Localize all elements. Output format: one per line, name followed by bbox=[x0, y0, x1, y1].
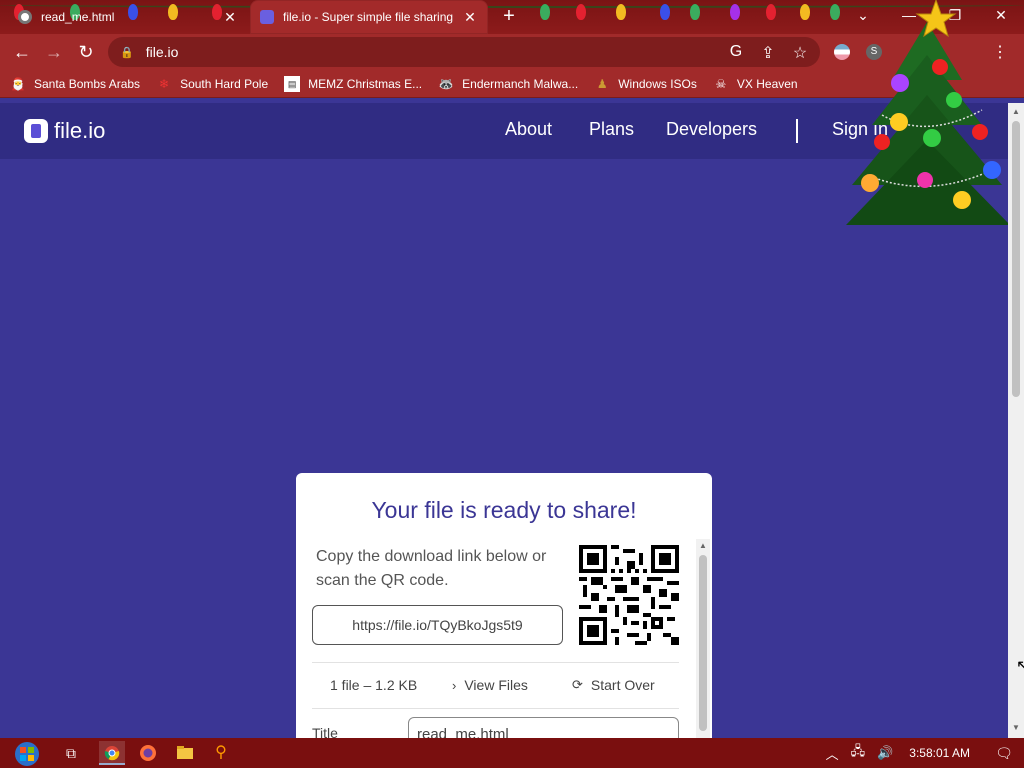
light-bulb bbox=[576, 4, 586, 20]
bookmark-label: MEMZ Christmas E... bbox=[308, 76, 423, 91]
back-button[interactable]: ← bbox=[6, 36, 38, 68]
share-icon[interactable]: ⇪ bbox=[758, 43, 778, 63]
light-bulb bbox=[830, 4, 840, 20]
page-icon: ▤ bbox=[284, 75, 301, 92]
scroll-up-icon[interactable]: ▲ bbox=[1008, 107, 1024, 116]
clock[interactable]: 3:58:01 AM bbox=[909, 746, 970, 760]
scroll-thumb[interactable] bbox=[1012, 121, 1020, 397]
firefox-icon[interactable] bbox=[135, 741, 161, 765]
light-bulb bbox=[730, 4, 740, 20]
bookmark-vx-heaven[interactable]: ☠ VX Heaven bbox=[713, 76, 798, 92]
tab-title: file.io - Super simple file sharing bbox=[283, 10, 454, 24]
lock-icon[interactable]: 🔒 bbox=[120, 46, 134, 59]
close-tab-icon[interactable]: ✕ bbox=[462, 9, 478, 26]
christmas-tree-decoration bbox=[846, 0, 1010, 225]
scroll-up-icon[interactable]: ▲ bbox=[696, 541, 710, 550]
tab-read-me[interactable]: read_me.html ✕ bbox=[8, 0, 248, 34]
nav-developers[interactable]: Developers bbox=[666, 119, 757, 140]
refresh-icon: ⟳ bbox=[572, 677, 583, 692]
file-io-logo-icon bbox=[24, 119, 48, 143]
new-tab-button[interactable]: + bbox=[498, 6, 520, 28]
view-files-label: View Files bbox=[464, 677, 528, 693]
bookmark-label: South Hard Pole bbox=[180, 76, 269, 91]
start-over-button[interactable]: ⟳ Start Over bbox=[572, 677, 655, 693]
mouse-cursor-icon: ↖ bbox=[1016, 658, 1024, 675]
bookmark-label: Windows ISOs bbox=[618, 76, 697, 91]
taskbar: ⧉ ⚲ ︿ 🖧 🔊 3:58:01 AM 🗨 bbox=[0, 738, 1024, 768]
light-bulb bbox=[800, 4, 810, 20]
card-divider bbox=[312, 708, 679, 709]
raccoon-icon: 🦝 bbox=[438, 76, 454, 91]
nav-about[interactable]: About bbox=[505, 119, 552, 140]
bookmark-south-hard-pole[interactable]: ❄ South Hard Pole bbox=[156, 76, 268, 92]
card-divider bbox=[312, 662, 679, 663]
start-over-label: Start Over bbox=[590, 677, 655, 693]
nav-divider bbox=[796, 119, 798, 143]
scroll-thumb[interactable] bbox=[699, 555, 707, 731]
start-button[interactable] bbox=[8, 740, 46, 768]
card-description: Copy the download link below or scan the… bbox=[316, 548, 547, 589]
light-bulb bbox=[540, 4, 550, 20]
bookmark-memz[interactable]: ▤ MEMZ Christmas E... bbox=[284, 75, 423, 92]
snowflake-icon: ❄ bbox=[159, 76, 170, 91]
folder-icon: ♟ bbox=[596, 76, 608, 91]
file-io-favicon-icon bbox=[260, 10, 274, 24]
volume-icon[interactable]: 🔊 bbox=[877, 745, 893, 761]
chrome-icon[interactable] bbox=[99, 741, 125, 765]
network-icon[interactable]: 🖧 bbox=[851, 742, 866, 764]
bookmark-label: VX Heaven bbox=[736, 76, 798, 91]
google-icon[interactable]: G bbox=[726, 43, 746, 61]
system-tray: ︿ 🖧 🔊 3:58:01 AM 🗨 bbox=[820, 738, 1024, 768]
view-files-button[interactable]: › View Files bbox=[452, 677, 528, 693]
bookmark-star-icon[interactable]: ☆ bbox=[790, 43, 810, 63]
address-text: file.io bbox=[145, 44, 179, 60]
page-scrollbar[interactable]: ▲ ▼ bbox=[1008, 103, 1024, 738]
globe-icon bbox=[18, 10, 32, 24]
logo-text: file.io bbox=[54, 118, 106, 143]
bookmark-endermanch[interactable]: 🦝 Endermanch Malwa... bbox=[438, 76, 579, 92]
light-bulb bbox=[766, 4, 776, 20]
santa-icon: 🎅 bbox=[10, 76, 26, 91]
task-view-icon[interactable]: ⧉ bbox=[58, 741, 84, 765]
bookmark-windows-isos[interactable]: ♟ Windows ISOs bbox=[594, 76, 697, 92]
search-icon[interactable]: ⚲ bbox=[208, 741, 234, 765]
scroll-down-icon[interactable]: ▼ bbox=[1008, 723, 1024, 732]
qr-code bbox=[579, 545, 679, 645]
bookmark-label: Endermanch Malwa... bbox=[462, 76, 579, 91]
tab-title: read_me.html bbox=[41, 10, 115, 24]
skull-icon: ☠ bbox=[715, 76, 727, 91]
reload-button[interactable]: ↻ bbox=[70, 36, 102, 68]
light-bulb bbox=[690, 4, 700, 20]
light-bulb bbox=[616, 4, 626, 20]
file-count: 1 file – 1.2 KB bbox=[330, 677, 418, 693]
bookmark-santa-bombs[interactable]: 🎅 Santa Bombs Arabs bbox=[10, 76, 141, 92]
forward-button[interactable]: → bbox=[38, 36, 70, 68]
address-bar[interactable]: 🔒 file.io G ⇪ ☆ bbox=[108, 37, 820, 67]
close-tab-icon[interactable]: ✕ bbox=[222, 9, 238, 26]
share-card: Your file is ready to share! Copy the do… bbox=[296, 473, 712, 743]
download-link-field[interactable]: https://file.io/TQyBkoJgs5t9 bbox=[312, 605, 563, 645]
notifications-icon[interactable]: 🗨 bbox=[984, 745, 1024, 762]
chevron-right-icon: › bbox=[452, 677, 457, 693]
card-scrollbar[interactable]: ▲ bbox=[696, 539, 710, 743]
card-title: Your file is ready to share! bbox=[371, 497, 637, 523]
site-logo[interactable]: file.io bbox=[24, 118, 105, 144]
chevron-up-icon[interactable]: ︿ bbox=[826, 744, 839, 763]
file-explorer-icon[interactable] bbox=[172, 741, 198, 765]
light-bulb bbox=[660, 4, 670, 20]
bookmark-label: Santa Bombs Arabs bbox=[34, 76, 141, 91]
nav-plans[interactable]: Plans bbox=[589, 119, 634, 140]
tab-file-io[interactable]: file.io - Super simple file sharing ✕ bbox=[250, 0, 488, 34]
